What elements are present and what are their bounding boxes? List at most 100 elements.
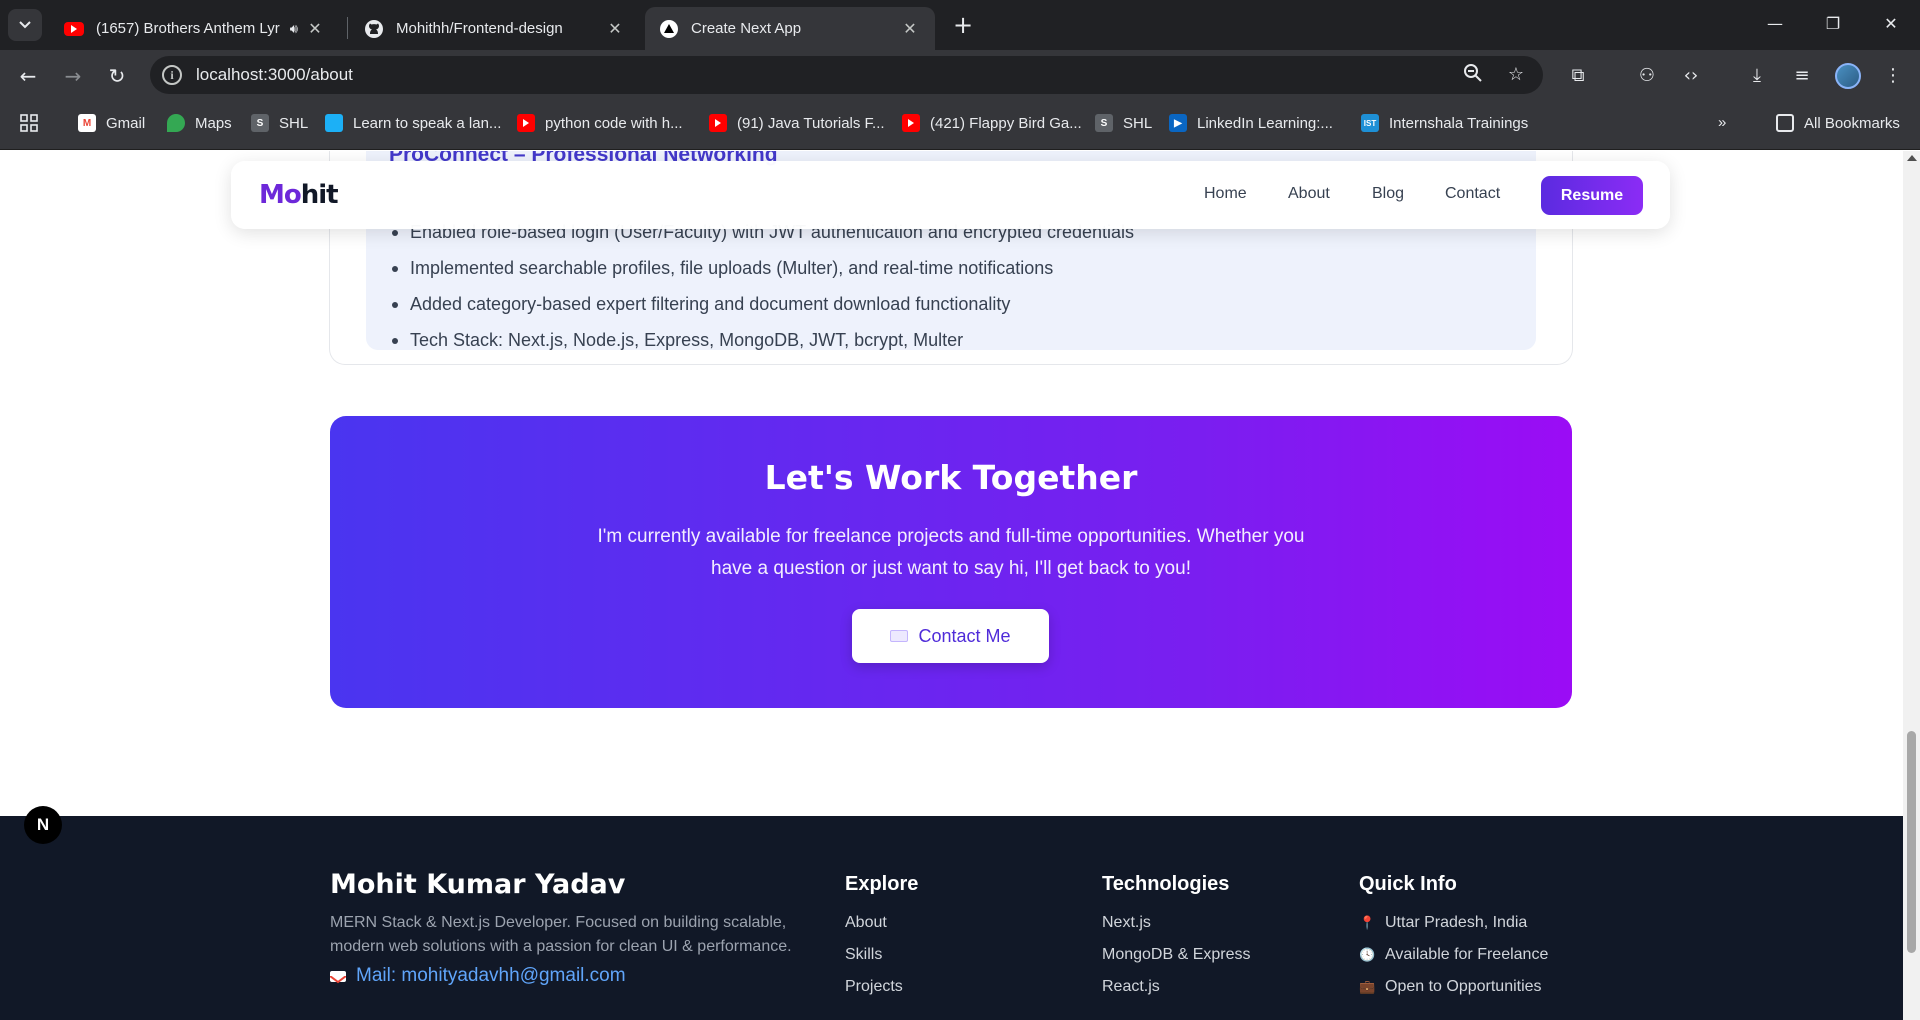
more-bookmarks-icon[interactable]: » — [1718, 114, 1726, 131]
incognito-icon[interactable]: ⚇ — [1634, 63, 1660, 89]
close-tab-icon[interactable]: ✕ — [899, 19, 921, 39]
nav-link-blog[interactable]: Blog — [1372, 185, 1404, 203]
site-info-icon[interactable]: i — [162, 65, 182, 85]
quick-info-text: Open to Opportunities — [1385, 978, 1542, 995]
bookmark-star-icon[interactable]: ☆ — [1504, 63, 1528, 87]
work-together-section: Let's Work Together I'm currently availa… — [330, 416, 1572, 708]
bookmark-java[interactable]: (91) Java Tutorials F... — [709, 114, 885, 132]
internshala-icon: IST — [1361, 114, 1379, 132]
bookmark-label: (421) Flappy Bird Ga... — [930, 114, 1082, 132]
gmail-icon — [329, 970, 347, 983]
bookmark-linkedin[interactable]: ▶ LinkedIn Learning:... — [1169, 114, 1333, 132]
new-tab-button[interactable]: + — [949, 11, 977, 39]
back-icon[interactable]: ← — [12, 60, 44, 92]
envelope-icon — [890, 630, 909, 642]
scroll-thumb[interactable] — [1907, 731, 1916, 953]
page-viewport: ProConnect – Professional Networking Ena… — [0, 151, 1903, 1020]
restore-icon[interactable]: ❐ — [1808, 8, 1858, 40]
scroll-up-arrow[interactable] — [1907, 155, 1917, 161]
gmail-icon: M — [78, 114, 96, 132]
bookmark-shl-2[interactable]: S SHL — [1095, 114, 1152, 132]
footer-mail-link[interactable]: Mail: mohityadavhh@gmail.com — [329, 965, 626, 987]
bookmark-label: Maps — [195, 114, 232, 132]
bookmark-label: Internshala Trainings — [1389, 114, 1529, 132]
footer-mail-text: Mail: mohityadavhh@gmail.com — [356, 965, 626, 986]
nav-link-contact[interactable]: Contact — [1445, 185, 1500, 203]
list-item: Implemented searchable profiles, file up… — [389, 256, 1134, 292]
close-tab-icon[interactable]: ✕ — [604, 19, 626, 39]
linkedin-learning-icon: ▶ — [1169, 114, 1187, 132]
menu-icon[interactable]: ⋮ — [1880, 63, 1906, 89]
nav-link-home[interactable]: Home — [1204, 185, 1247, 203]
bookmark-shl[interactable]: S SHL — [251, 114, 308, 132]
quick-info-text: Uttar Pradesh, India — [1385, 914, 1528, 931]
nextjs-dev-indicator[interactable]: N — [24, 806, 62, 844]
tab-separator — [347, 17, 348, 39]
footer-link-about[interactable]: About — [845, 907, 903, 939]
close-tab-icon[interactable]: ✕ — [304, 19, 326, 39]
pin-icon: 📍 — [1359, 915, 1376, 930]
youtube-icon — [517, 114, 535, 132]
apps-icon[interactable] — [20, 114, 38, 132]
footer-quick-list: 📍 Uttar Pradesh, India 🕓 Available for Fre… — [1359, 907, 1548, 1003]
bookmark-gmail[interactable]: M Gmail — [78, 114, 145, 132]
all-bookmarks-label: All Bookmarks — [1804, 114, 1900, 132]
footer-quick-item: 🕓 Available for Freelance — [1359, 939, 1548, 971]
close-window-icon[interactable]: ✕ — [1866, 8, 1916, 40]
cta-description: I'm currently available for freelance pr… — [597, 526, 1305, 579]
footer-name: Mohit Kumar Yadav — [330, 869, 626, 900]
footer-tech-list: Next.js MongoDB & Express React.js — [1102, 907, 1251, 1003]
tab-github[interactable]: Mohithh/Frontend-design ✕ — [350, 7, 640, 50]
list-item: Added category-based expert filtering an… — [389, 292, 1134, 328]
zoom-icon[interactable] — [1461, 63, 1485, 87]
downloads-icon[interactable]: ⤓ — [1744, 63, 1770, 89]
bookmark-maps[interactable]: Maps — [167, 114, 232, 132]
forward-icon[interactable]: → — [57, 60, 89, 92]
site-logo[interactable]: Mohit — [259, 180, 339, 210]
bookmark-label: SHL — [1123, 114, 1153, 132]
footer-link-projects[interactable]: Projects — [845, 971, 903, 1003]
shl-icon: S — [251, 114, 269, 132]
nav-link-about[interactable]: About — [1288, 185, 1330, 203]
tab-youtube[interactable]: (1657) Brothers Anthem Lyr 🔊︎ ✕ — [50, 7, 340, 50]
devtools-icon[interactable]: ‹› — [1678, 63, 1704, 89]
speaker-icon[interactable]: 🔊︎ — [290, 21, 298, 37]
tab-search-button[interactable] — [8, 9, 42, 41]
bookmarks-bar: M Gmail Maps S SHL Learn to speak a lan...… — [0, 100, 1920, 150]
cta-heading: Let's Work Together — [764, 458, 1138, 497]
url-text[interactable]: localhost:3000/about — [196, 65, 353, 85]
browser-toolbar: ← → ↻ i localhost:3000/about ☆ ⧉ ⚇ ‹› ⤓ … — [0, 50, 1920, 100]
site-navbar: Mohit Home About Blog Contact Resume — [231, 161, 1670, 229]
logo-part-accent: Mo — [259, 180, 302, 210]
footer-explore-list: About Skills Projects — [845, 907, 903, 1003]
resume-button[interactable]: Resume — [1541, 176, 1643, 215]
footer-tech-item: MongoDB & Express — [1102, 946, 1251, 963]
contact-me-label: Contact Me — [918, 625, 1011, 646]
contact-me-button[interactable]: Contact Me — [852, 609, 1049, 663]
minimize-icon[interactable]: — — [1750, 8, 1800, 40]
bookmark-flappy[interactable]: (421) Flappy Bird Ga... — [902, 114, 1082, 132]
footer-quick-title: Quick Info — [1359, 873, 1457, 895]
profile-avatar[interactable] — [1835, 63, 1861, 89]
site-footer: Mohit Kumar Yadav MERN Stack & Next.js D… — [0, 816, 1903, 1020]
all-bookmarks[interactable]: All Bookmarks — [1776, 114, 1900, 132]
list-item: Tech Stack: Next.js, Node.js, Express, M… — [389, 328, 1134, 364]
bookmark-python[interactable]: python code with h... — [517, 114, 683, 132]
reload-icon[interactable]: ↻ — [101, 60, 133, 92]
bookmark-internshala[interactable]: IST Internshala Trainings — [1361, 114, 1528, 132]
nextjs-icon — [659, 19, 679, 39]
media-controls-icon[interactable]: ≡ — [1789, 63, 1815, 89]
shl-icon: S — [1095, 114, 1113, 132]
youtube-icon — [64, 19, 84, 39]
bookmark-label: (91) Java Tutorials F... — [737, 114, 885, 132]
quick-info-text: Available for Freelance — [1385, 946, 1549, 963]
footer-tech-title: Technologies — [1102, 873, 1230, 895]
page-scrollbar[interactable] — [1903, 151, 1920, 1020]
address-bar[interactable]: i localhost:3000/about ☆ — [150, 56, 1543, 94]
bookmark-duolingo[interactable]: Learn to speak a lan... — [325, 114, 501, 132]
footer-link-skills[interactable]: Skills — [845, 939, 903, 971]
github-icon — [364, 19, 384, 39]
tab-create-next-app[interactable]: Create Next App ✕ — [645, 7, 935, 50]
tab-title: Mohithh/Frontend-design — [396, 20, 563, 37]
extensions-icon[interactable]: ⧉ — [1565, 63, 1591, 89]
